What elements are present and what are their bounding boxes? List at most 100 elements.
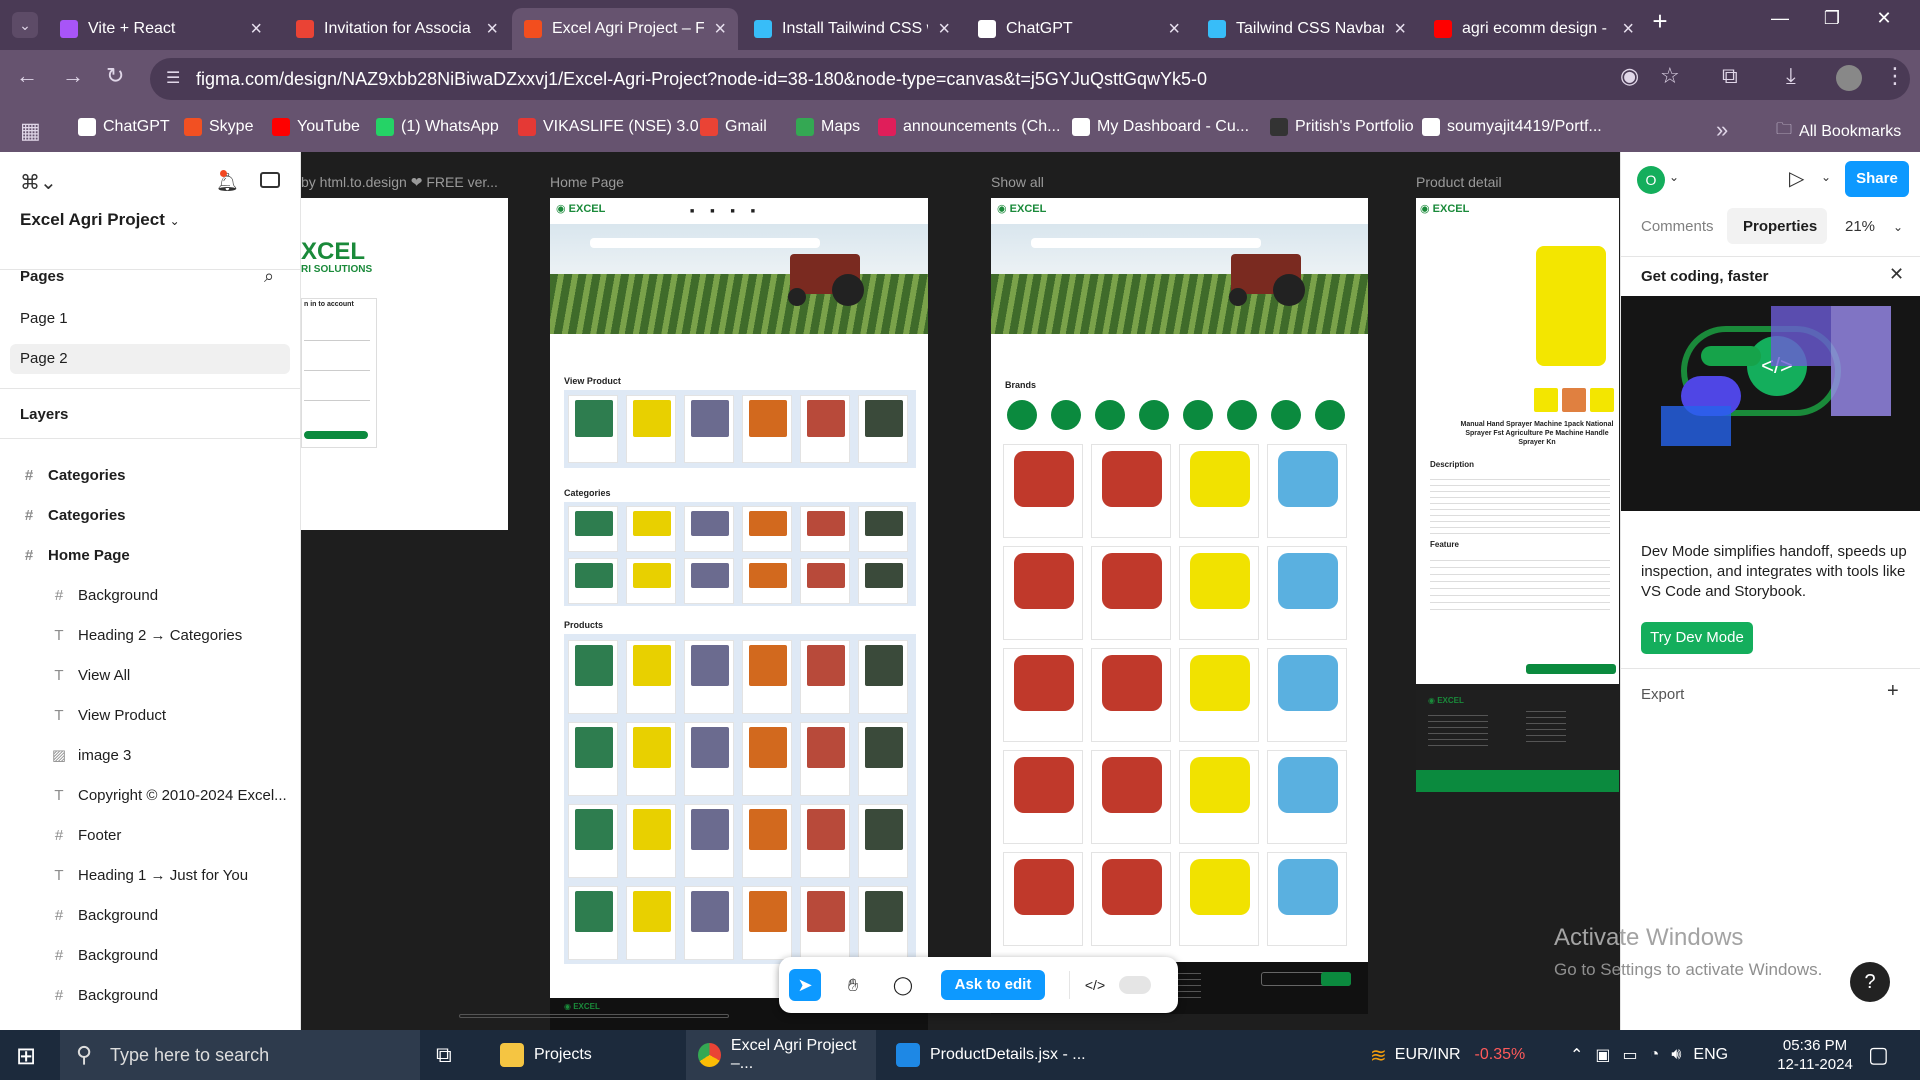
clock[interactable]: 05:36 PM 12-11-2024 [1770,1036,1860,1074]
chevron-up-icon[interactable]: ⌃ [1570,1045,1583,1065]
bookmark-item[interactable]: announcements (Ch... [878,118,1060,136]
bookmark-item[interactable]: Gmail [700,118,767,136]
figma-menu-icon[interactable]: ⌘⌄ [20,170,57,195]
browser-tab[interactable]: Install Tailwind CSS w × [742,8,962,50]
layer-row[interactable]: T View All [50,658,340,692]
notifications-icon[interactable]: ▢ [1868,1042,1889,1068]
taskbar-vscode[interactable]: ProductDetails.jsx - ... [896,1030,1086,1080]
bookmark-item[interactable]: YouTube [272,118,360,136]
minimize-button[interactable]: — [1760,8,1800,29]
layer-row[interactable]: # Categories [20,498,310,532]
bookmark-item[interactable]: Pritish's Portfolio [1270,118,1414,136]
share-button[interactable]: Share [1845,161,1909,197]
layer-row[interactable]: # Background [50,578,340,612]
bookmark-star-icon[interactable]: ☆ [1660,63,1680,89]
task-view-icon[interactable]: ⧉ [436,1042,452,1068]
search-pages-icon[interactable]: ⌕ [264,266,274,287]
close-tab-icon[interactable]: × [938,18,950,41]
language-indicator[interactable]: ENG [1693,1046,1728,1064]
close-tab-icon[interactable]: × [486,18,498,41]
url-input[interactable]: figma.com/design/NAZ9xbb28NiBiwaDZxxvj1/… [150,58,1910,100]
close-tab-icon[interactable]: × [1168,18,1180,41]
hide-eye-icon[interactable]: ◉ [1620,63,1639,89]
layer-row[interactable]: # Background [50,898,340,932]
browser-tab[interactable]: ChatGPT × [966,8,1192,50]
layer-row[interactable]: T Copyright © 2010-2024 Excel... [50,778,340,812]
close-tab-icon[interactable]: × [250,18,262,41]
bookmarks-overflow-icon[interactable]: » [1716,117,1728,143]
layer-row[interactable]: # Categories [20,458,310,492]
page-1-item[interactable]: Page 1 [10,304,290,334]
toggle-sidebar-icon[interactable] [260,172,280,188]
canvas-scrollbar[interactable] [459,1014,729,1018]
bookmark-item[interactable]: soumyajit4419/Portf... [1422,118,1602,136]
bookmark-item[interactable]: VIKASLIFE (NSE) 3.0... [518,118,712,136]
layer-row[interactable]: # Background [50,938,340,972]
figma-canvas[interactable]: by html.to.design ❤ FREE ver... XCEL RI … [301,152,1619,1030]
hand-tool-icon[interactable]: ✋︎ [837,969,869,1001]
network-icon[interactable]: ◔ [1650,1046,1660,1064]
layer-row[interactable]: # Background [50,978,340,1012]
user-avatar[interactable]: O [1637,166,1665,194]
page-2-item[interactable]: Page 2 [10,344,290,374]
add-export-icon[interactable]: + [1887,680,1899,703]
taskbar-projects[interactable]: Projects [500,1030,592,1080]
move-tool-icon[interactable]: ➤ [789,969,821,1001]
dev-mode-icon[interactable]: </> [1079,969,1111,1001]
layer-row[interactable]: T View Product [50,698,340,732]
try-dev-mode-button[interactable]: Try Dev Mode [1641,622,1753,654]
chevron-down-icon[interactable]: ⌄ [1669,170,1679,184]
ticker[interactable]: ≋ EUR/INR -0.35% [1370,1030,1525,1080]
close-tab-icon[interactable]: × [1622,18,1634,41]
bookmark-item[interactable]: (1) WhatsApp [376,118,499,136]
volume-icon[interactable]: 🔊︎ [1671,1046,1681,1064]
bookmark-item[interactable]: Skype [184,118,253,136]
battery-icon[interactable]: ▭ [1623,1045,1638,1065]
dev-mode-toggle[interactable] [1119,976,1151,994]
windows-start-icon[interactable]: ⊞ [16,1042,36,1071]
download-icon[interactable]: ⤓ [1786,63,1796,89]
layer-row[interactable]: T Heading 1 → Just for You [50,858,340,892]
layer-row[interactable]: T Heading 2 → Categories [50,618,340,652]
close-tab-icon[interactable]: × [714,18,726,41]
browser-tab[interactable]: agri ecomm design - × [1422,8,1646,50]
home-page-frame[interactable]: ◉ EXCEL ■ ■ ■ ■ View Product Categories Pro… [550,198,928,998]
layer-row[interactable]: # Home Page [20,538,310,572]
new-tab-button[interactable]: + [1640,6,1680,37]
close-window-button[interactable]: ✕ [1864,8,1904,29]
forward-icon[interactable]: → [62,63,84,89]
close-icon[interactable]: ✕ [1889,264,1904,285]
chevron-down-icon[interactable]: ⌄ [1893,220,1903,234]
tab-comments[interactable]: Comments [1641,218,1714,235]
project-name[interactable]: Excel Agri Project ⌄ [20,210,180,230]
site-info-icon[interactable]: ☰ [166,68,180,88]
taskbar-chrome[interactable]: Excel Agri Project –... [686,1030,876,1080]
product-detail-frame[interactable]: ◉ EXCEL Manual Hand Sprayer Machine 1pac… [1416,198,1619,684]
maximize-button[interactable]: ❐ [1812,8,1852,29]
ask-to-edit-button[interactable]: Ask to edit [941,970,1045,1000]
meet-icon[interactable]: ▣ [1595,1045,1610,1065]
reload-icon[interactable]: ↻ [106,63,124,89]
layer-row[interactable]: # Footer [50,818,340,852]
bookmark-item[interactable]: ChatGPT [78,118,170,136]
menu-kebab-icon[interactable]: ⋮ [1884,63,1906,89]
browser-tab[interactable]: Tailwind CSS Navbars × [1196,8,1418,50]
help-button[interactable]: ? [1850,962,1890,1002]
taskbar-search[interactable]: Type here to search [60,1030,420,1080]
browser-tab[interactable]: Invitation for Associa × [284,8,510,50]
all-bookmarks-link[interactable]: 🗀 All Bookmarks [1776,118,1901,145]
show-all-frame[interactable]: ◉ EXCEL Brands [991,198,1368,962]
browser-tab[interactable]: Vite + React × [48,8,274,50]
tab-properties[interactable]: Properties [1743,218,1817,235]
profile-avatar[interactable] [1836,65,1862,91]
comment-tool-icon[interactable]: ◯ [887,969,919,1001]
back-icon[interactable]: ← [16,63,38,89]
present-play-icon[interactable]: ▷ [1789,166,1804,191]
browser-tab[interactable]: Excel Agri Project – Fi × [512,8,738,50]
bookmark-item[interactable]: My Dashboard - Cu... [1072,118,1249,136]
apps-grid-icon[interactable]: ▦ [20,118,41,144]
chevron-down-icon[interactable]: ⌄ [1821,170,1831,184]
layer-row[interactable]: ▨ image 3 [50,738,340,772]
extensions-icon[interactable]: ⧉ [1722,63,1738,89]
tab-search-button[interactable]: ⌄ [12,12,38,38]
